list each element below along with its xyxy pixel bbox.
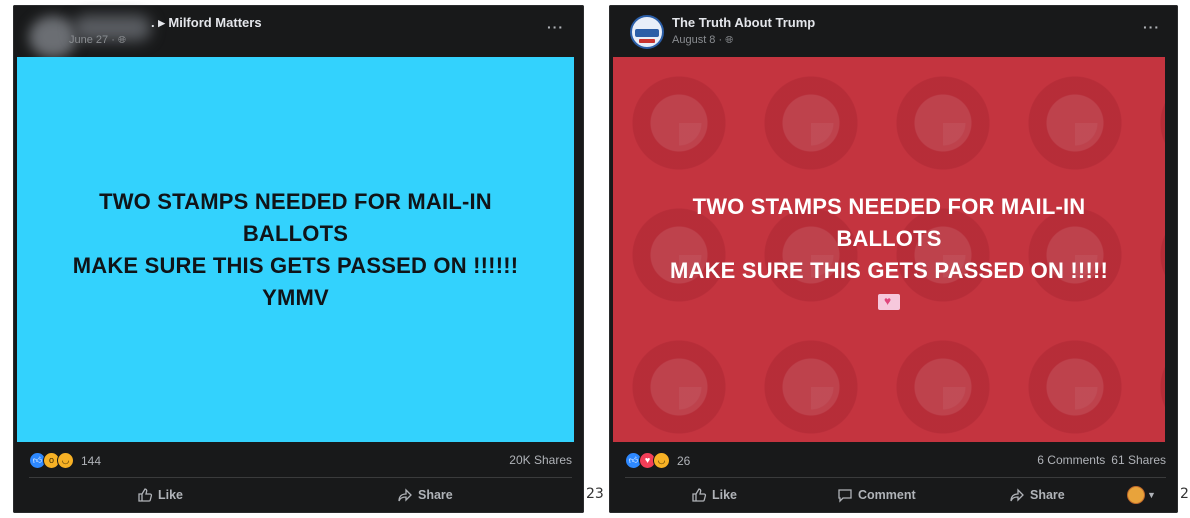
comment-bubble-icon (838, 489, 852, 503)
image-text-line: BALLOTS (836, 225, 942, 251)
chevron-down-icon: ▼ (1147, 490, 1156, 500)
divider (29, 477, 572, 478)
action-bar: Like Comment Share ▼ (625, 482, 1166, 508)
page-name[interactable]: . ▸ Milford Matters (151, 15, 262, 31)
reactions-summary[interactable]: 👍︎ ♥ ◡ 26 (625, 452, 690, 469)
post-image[interactable]: TWO STAMPS NEEDED FOR MAIL-IN BALLOTS MA… (17, 57, 574, 442)
haha-reaction-icon: ◡ (653, 452, 670, 469)
share-button[interactable]: Share (1009, 482, 1065, 508)
like-button[interactable]: Like (691, 482, 737, 508)
image-text-line: MAKE SURE THIS GETS PASSED ON !!!!!! (72, 252, 519, 278)
image-text-line: TWO STAMPS NEEDED FOR MAIL-IN (99, 188, 492, 214)
haha-reaction-icon: ◡ (57, 452, 74, 469)
post-date[interactable]: August 8 · 🌐︎ (672, 34, 733, 46)
shares-count[interactable]: 61 Shares (1111, 453, 1166, 467)
image-text-line: TWO STAMPS NEEDED FOR MAIL-IN (692, 193, 1086, 219)
love-letter-emoji-icon (878, 293, 900, 310)
thumbs-up-icon (138, 488, 153, 502)
shares-count[interactable]: 20K Shares (509, 453, 572, 467)
share-arrow-icon (1010, 488, 1024, 502)
more-options-icon[interactable]: ··· (547, 19, 564, 35)
page-name[interactable]: The Truth About Trump (672, 15, 815, 30)
figure-number: 2 (1180, 486, 1189, 502)
reaction-audience-selector[interactable]: ▼ (1127, 482, 1156, 508)
more-options-icon[interactable]: ··· (1143, 19, 1160, 35)
share-button[interactable]: Share (397, 482, 453, 508)
facebook-post-truth-about-trump: The Truth About Trump August 8 · 🌐︎ ··· … (609, 5, 1178, 513)
post-stats: 👍︎ ♥ ◡ 26 6 Comments 61 Shares (625, 451, 1166, 471)
post-date[interactable]: June 27 · 🌐︎ (69, 34, 126, 46)
share-arrow-icon (398, 488, 412, 502)
globe-icon: 🌐︎ (117, 35, 126, 46)
comments-count[interactable]: 6 Comments (1037, 453, 1105, 467)
comment-button[interactable]: Comment (837, 482, 916, 508)
figure-number: 23 (586, 486, 604, 502)
reaction-count: 144 (81, 453, 102, 468)
globe-icon: 🌐︎ (725, 35, 734, 46)
comments-shares-count[interactable]: 6 Comments 61 Shares (1037, 453, 1166, 467)
image-text: TWO STAMPS NEEDED FOR MAIL-IN BALLOTS MA… (670, 191, 1108, 319)
divider (625, 477, 1166, 478)
image-text-line: MAKE SURE THIS GETS PASSED ON !!!!! (669, 257, 1109, 283)
like-button[interactable]: Like (137, 482, 183, 508)
reactions-summary[interactable]: 👍︎ o ◡ 144 (29, 452, 101, 469)
image-text-line: BALLOTS (242, 220, 349, 246)
action-bar: Like Share (29, 482, 572, 508)
page-avatar[interactable] (630, 15, 664, 49)
profile-avatar-icon (1127, 486, 1145, 504)
image-text: TWO STAMPS NEEDED FOR MAIL-IN BALLOTS MA… (73, 186, 519, 314)
facebook-post-milford-matters: . ▸ Milford Matters June 27 · 🌐︎ ··· TWO… (13, 5, 584, 513)
post-stats: 👍︎ o ◡ 144 20K Shares (29, 451, 572, 471)
post-image[interactable]: TWO STAMPS NEEDED FOR MAIL-IN BALLOTS MA… (613, 57, 1165, 442)
thumbs-up-icon (692, 488, 707, 502)
reaction-count: 26 (677, 453, 691, 468)
image-text-line: YMMV (262, 284, 329, 310)
